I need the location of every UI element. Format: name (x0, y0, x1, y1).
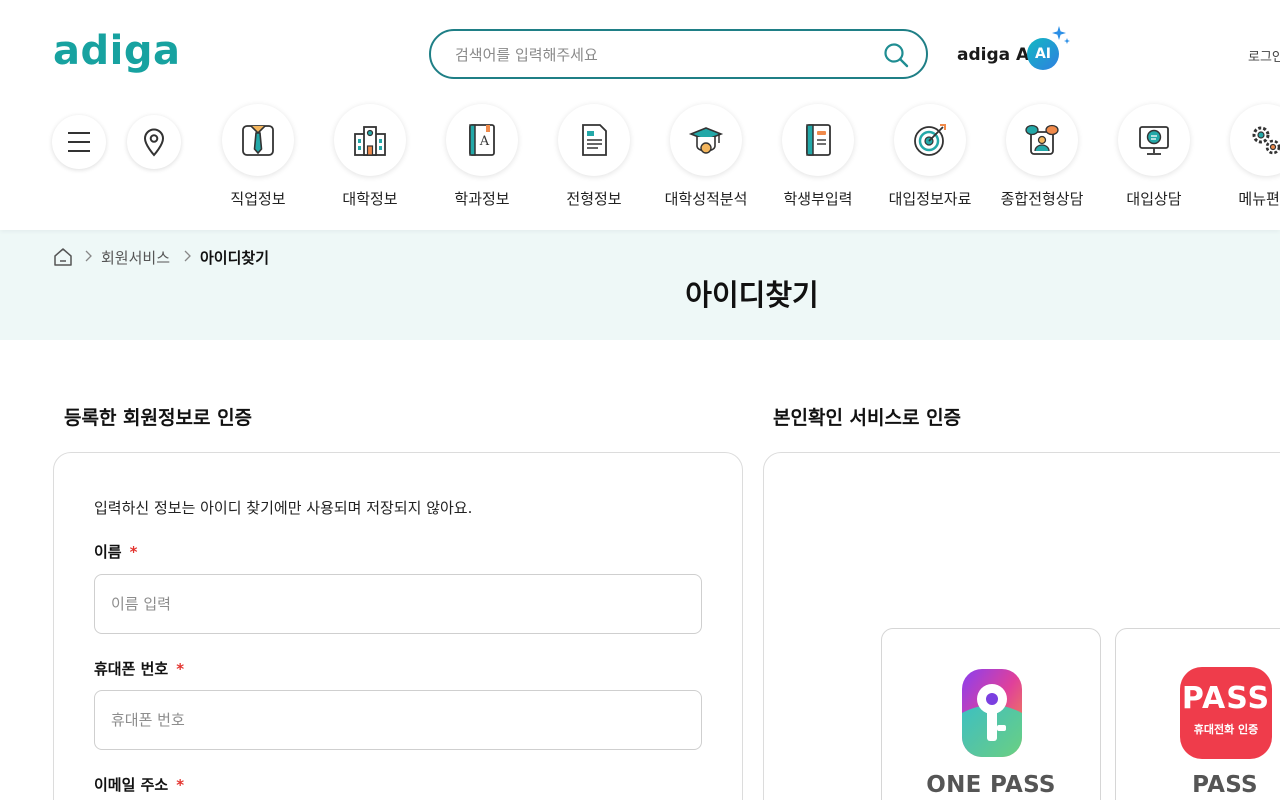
nav-item-menu-edit[interactable]: 메뉴편집 (1210, 104, 1280, 212)
notebook-icon (806, 124, 831, 156)
nav-item-admission-type-info[interactable]: 전형정보 (538, 104, 650, 212)
nav-item-university-info[interactable]: 대학정보 (314, 104, 426, 212)
target-icon (914, 124, 946, 156)
name-field-label: 이름 * (94, 543, 138, 561)
university-building-icon (354, 126, 386, 156)
pass-logo-icon: PASS 휴대전화 인증 (1180, 667, 1272, 759)
sparkle-icon (1052, 26, 1070, 44)
home-icon[interactable] (53, 247, 73, 267)
onepass-label: ONE PASS (926, 772, 1056, 798)
search-box (429, 29, 928, 79)
email-field-label: 이메일 주소 * (94, 776, 185, 794)
hamburger-icon (68, 132, 90, 152)
gears-icon (1252, 126, 1280, 155)
privacy-notice: 입력하신 정보는 아이디 찾기에만 사용되며 저장되지 않아요. (94, 499, 473, 517)
pass-label: PASS (1192, 772, 1258, 798)
member-info-auth-card: 입력하신 정보는 아이디 찾기에만 사용되며 저장되지 않아요. 이름* 휴대폰… (53, 452, 743, 800)
search-input[interactable] (455, 43, 875, 67)
menu-button[interactable] (52, 115, 106, 169)
chevron-right-icon (85, 250, 92, 262)
graduation-cap-icon (688, 127, 724, 154)
name-input[interactable] (94, 574, 702, 634)
pass-auth-option[interactable]: PASS 휴대전화 인증 PASS (1115, 628, 1280, 800)
page-title-band: 회원서비스 아이디찾기 아이디찾기 (0, 230, 1280, 340)
consulting-icon (1025, 124, 1059, 155)
member-info-auth-title: 등록한 회원정보로 인증 (64, 407, 253, 429)
svg-text:A: A (479, 134, 490, 149)
location-pin-icon (143, 128, 165, 157)
required-mark: * (176, 776, 185, 794)
phone-input[interactable] (94, 690, 702, 750)
login-link[interactable]: 로그인 (1248, 46, 1280, 65)
onepass-auth-option[interactable]: ONE PASS (881, 628, 1101, 800)
location-button[interactable] (127, 115, 181, 169)
chevron-right-icon (184, 250, 191, 262)
adiga-logo[interactable]: adiga (53, 28, 180, 74)
identity-service-auth-title: 본인확인 서비스로 인증 (773, 407, 962, 429)
book-icon: A (469, 124, 495, 156)
page-title: 아이디찾기 (685, 278, 819, 312)
nav-item-admission-consulting[interactable]: 대입상담 (1098, 104, 1210, 212)
nav-item-department-info[interactable]: A 학과정보 (426, 104, 538, 212)
nav-item-record-input[interactable]: 학생부입력 (762, 104, 874, 212)
nav-item-job-info[interactable]: 직업정보 (202, 104, 314, 212)
required-mark: * (176, 660, 185, 678)
adiga-ai-link[interactable]: adiga AI (957, 45, 1036, 65)
site-header: adiga adiga AI AI 로그인 (0, 0, 1280, 230)
phone-field-label: 휴대폰 번호 * (94, 660, 185, 678)
necktie-icon (242, 125, 274, 156)
nav-item-grade-analysis[interactable]: 대학성적분석 (650, 104, 762, 212)
breadcrumb-member-service[interactable]: 회원서비스 (101, 247, 170, 268)
required-mark: * (129, 543, 138, 561)
nav-item-comprehensive-consulting[interactable]: 종합전형상담 (986, 104, 1098, 212)
search-icon[interactable] (883, 42, 909, 68)
document-icon (582, 124, 607, 156)
monitor-chat-icon (1139, 126, 1169, 155)
nav-item-admission-materials[interactable]: 대입정보자료 (874, 104, 986, 212)
breadcrumb-current: 아이디찾기 (200, 249, 270, 267)
onepass-key-icon (962, 669, 1022, 757)
